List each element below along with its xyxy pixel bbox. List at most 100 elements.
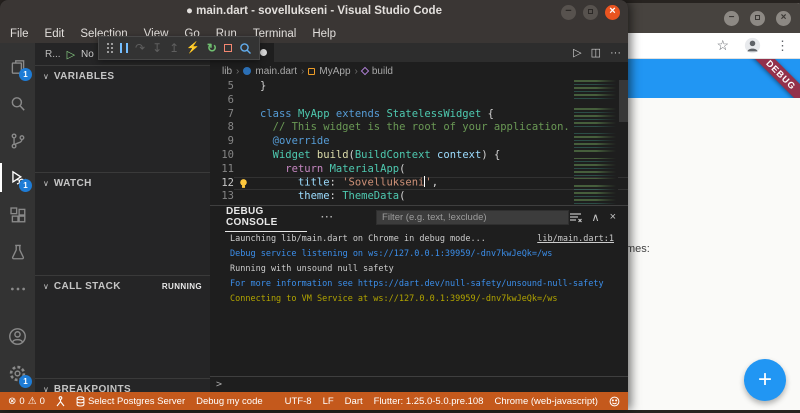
step-out-icon[interactable]: ↥ [169,42,179,54]
console-output: Launching lib/main.dart on Chrome in deb… [210,228,628,307]
postgres-server-selector[interactable]: Select Postgres Server [76,396,185,407]
console-source-link[interactable]: lib/main.dart:1 [537,232,614,247]
run-and-debug-icon[interactable]: 1 [0,159,35,196]
step-into-icon[interactable]: ↧ [152,42,162,54]
stop-icon[interactable] [224,44,232,52]
activity-bar: 1 1 [0,43,35,392]
browser-maximize-button[interactable] [750,11,765,26]
debug-toolbar: ↷ ↧ ↥ ⚡ ↻ [98,36,260,60]
tab-bar: t ▷ ◫ ··· [210,43,628,62]
editor-scrollbar[interactable] [619,80,628,122]
device-indicator[interactable]: Chrome (web-javascript) [494,396,597,407]
chevron-down-icon: ∨ [43,72,49,81]
browser-close-button[interactable]: × [776,11,791,26]
menu-item-edit[interactable]: Edit [37,28,73,40]
line-number: 9 [210,135,234,149]
flutter-appbar: DEBUG [612,59,800,98]
encoding-indicator[interactable]: UTF-8 [285,396,312,407]
console-filter-input[interactable] [376,210,568,225]
section-header[interactable]: ∨WATCH [35,173,210,193]
search-icon[interactable] [0,85,35,122]
lightbulb-icon[interactable] [234,178,252,189]
console-line: For more information see https://dart.de… [210,277,628,292]
flutter-version-indicator[interactable]: Flutter: 1.25.0-5.0.pre.108 [374,396,484,407]
console-input[interactable]: > [210,376,628,392]
flutter-debug-banner: DEBUG [739,59,800,98]
section-header[interactable]: ∨CALL STACKRUNNING [35,276,210,296]
section-label: CALL STACK [54,281,121,292]
close-panel-icon[interactable]: × [610,211,616,223]
editor-more-icon[interactable]: ··· [610,47,621,59]
window-title: ● main.dart - sovellukseni - Visual Stud… [0,5,628,17]
breadcrumb-separator-icon: › [301,66,304,77]
flutter-page-content: mes: + [612,98,800,409]
browser-toolbar: ☆ ⋮ [612,33,800,59]
run-debug-sidebar: R... ▷ No ∨VARIABLES∨WATCH∨CALL STACKRUN… [35,43,210,392]
code-editor[interactable]: 5}67class MyApp extends StatelessWidget … [210,80,628,205]
line-number: 7 [210,108,234,122]
launch-config-dropdown[interactable]: No [81,49,94,60]
line-number: 11 [210,163,234,177]
pause-icon[interactable] [120,43,128,53]
section-header[interactable]: ∨VARIABLES [35,66,210,86]
debug-config-name[interactable]: Debug my code [196,396,263,407]
start-debug-icon[interactable]: ▷ [67,48,75,61]
breadcrumb-separator-icon: › [236,66,239,77]
breadcrumb-item-lib[interactable]: lib [222,66,232,77]
chevron-down-icon: ∨ [43,179,49,188]
browser-minimize-button[interactable]: − [724,11,739,26]
maximize-button[interactable] [583,5,598,20]
panel-more-icon[interactable]: ··· [321,212,334,223]
explorer-badge: 1 [19,68,32,81]
method-symbol-icon [361,67,369,75]
code-line: 10 Widget build(BuildContext context) { [210,149,628,163]
line-number: 8 [210,121,234,135]
dart-symbol-icon [243,67,251,75]
extensions-icon[interactable] [0,196,35,233]
explorer-icon[interactable]: 1 [0,48,35,85]
maximize-panel-icon[interactable]: ∧ [592,211,600,224]
sidebar-section-breakpoints: ∨BREAKPOINTSAll Exceptions [35,378,210,392]
clear-console-icon[interactable] [569,212,582,223]
modified-dot-icon[interactable] [260,49,267,56]
menu-item-help[interactable]: Help [304,28,344,40]
section-header[interactable]: ∨BREAKPOINTS [35,379,210,392]
code-line: 9 @override [210,135,628,149]
step-over-icon[interactable]: ↷ [135,42,145,54]
widget-inspector-icon[interactable] [239,42,252,55]
code-line: 8 // This widget is the root of your app… [210,121,628,135]
breadcrumb-item-main-dart[interactable]: main.dart [255,66,297,77]
profile-avatar-icon[interactable] [744,37,761,54]
problems-indicator[interactable]: ⊗0 ⚠0 [8,396,45,407]
restart-icon[interactable]: ↻ [207,42,217,54]
sidebar-section-variables: ∨VARIABLES [35,65,210,172]
feedback-smiley-icon[interactable] [609,396,620,407]
more-views-icon[interactable] [0,270,35,307]
toolbar-grip-icon[interactable] [107,43,109,45]
status-bar: ⊗0 ⚠0 Select Postgres Server Debug my co… [0,392,628,410]
breadcrumb-item-build[interactable]: build [372,66,393,77]
code-lines: 5}67class MyApp extends StatelessWidget … [210,80,628,205]
split-editor-icon[interactable]: ◫ [591,46,601,59]
breadcrumb-item-myapp[interactable]: MyApp [319,66,350,77]
close-button[interactable]: × [605,5,620,20]
fork-icon[interactable] [56,396,65,407]
source-control-icon[interactable] [0,122,35,159]
menu-item-file[interactable]: File [2,28,37,40]
minimap[interactable] [574,80,618,205]
settings-gear-icon[interactable]: 1 [0,355,35,392]
test-beaker-icon[interactable] [0,233,35,270]
minimize-button[interactable]: − [561,5,576,20]
browser-menu-icon[interactable]: ⋮ [776,38,789,54]
code-line: 11 return MaterialApp( [210,163,628,177]
bookmark-star-icon[interactable]: ☆ [716,37,729,54]
run-file-icon[interactable]: ▷ [573,46,581,59]
database-icon [76,396,85,407]
hot-reload-icon[interactable]: ⚡ [186,43,200,54]
eol-indicator[interactable]: LF [323,396,334,407]
account-icon[interactable] [0,318,35,355]
fab-add-button[interactable]: + [744,359,786,401]
browser-titlebar: − × [612,3,800,33]
language-indicator[interactable]: Dart [345,396,363,407]
tab-debug-console[interactable]: DEBUG CONSOLE [225,203,307,232]
